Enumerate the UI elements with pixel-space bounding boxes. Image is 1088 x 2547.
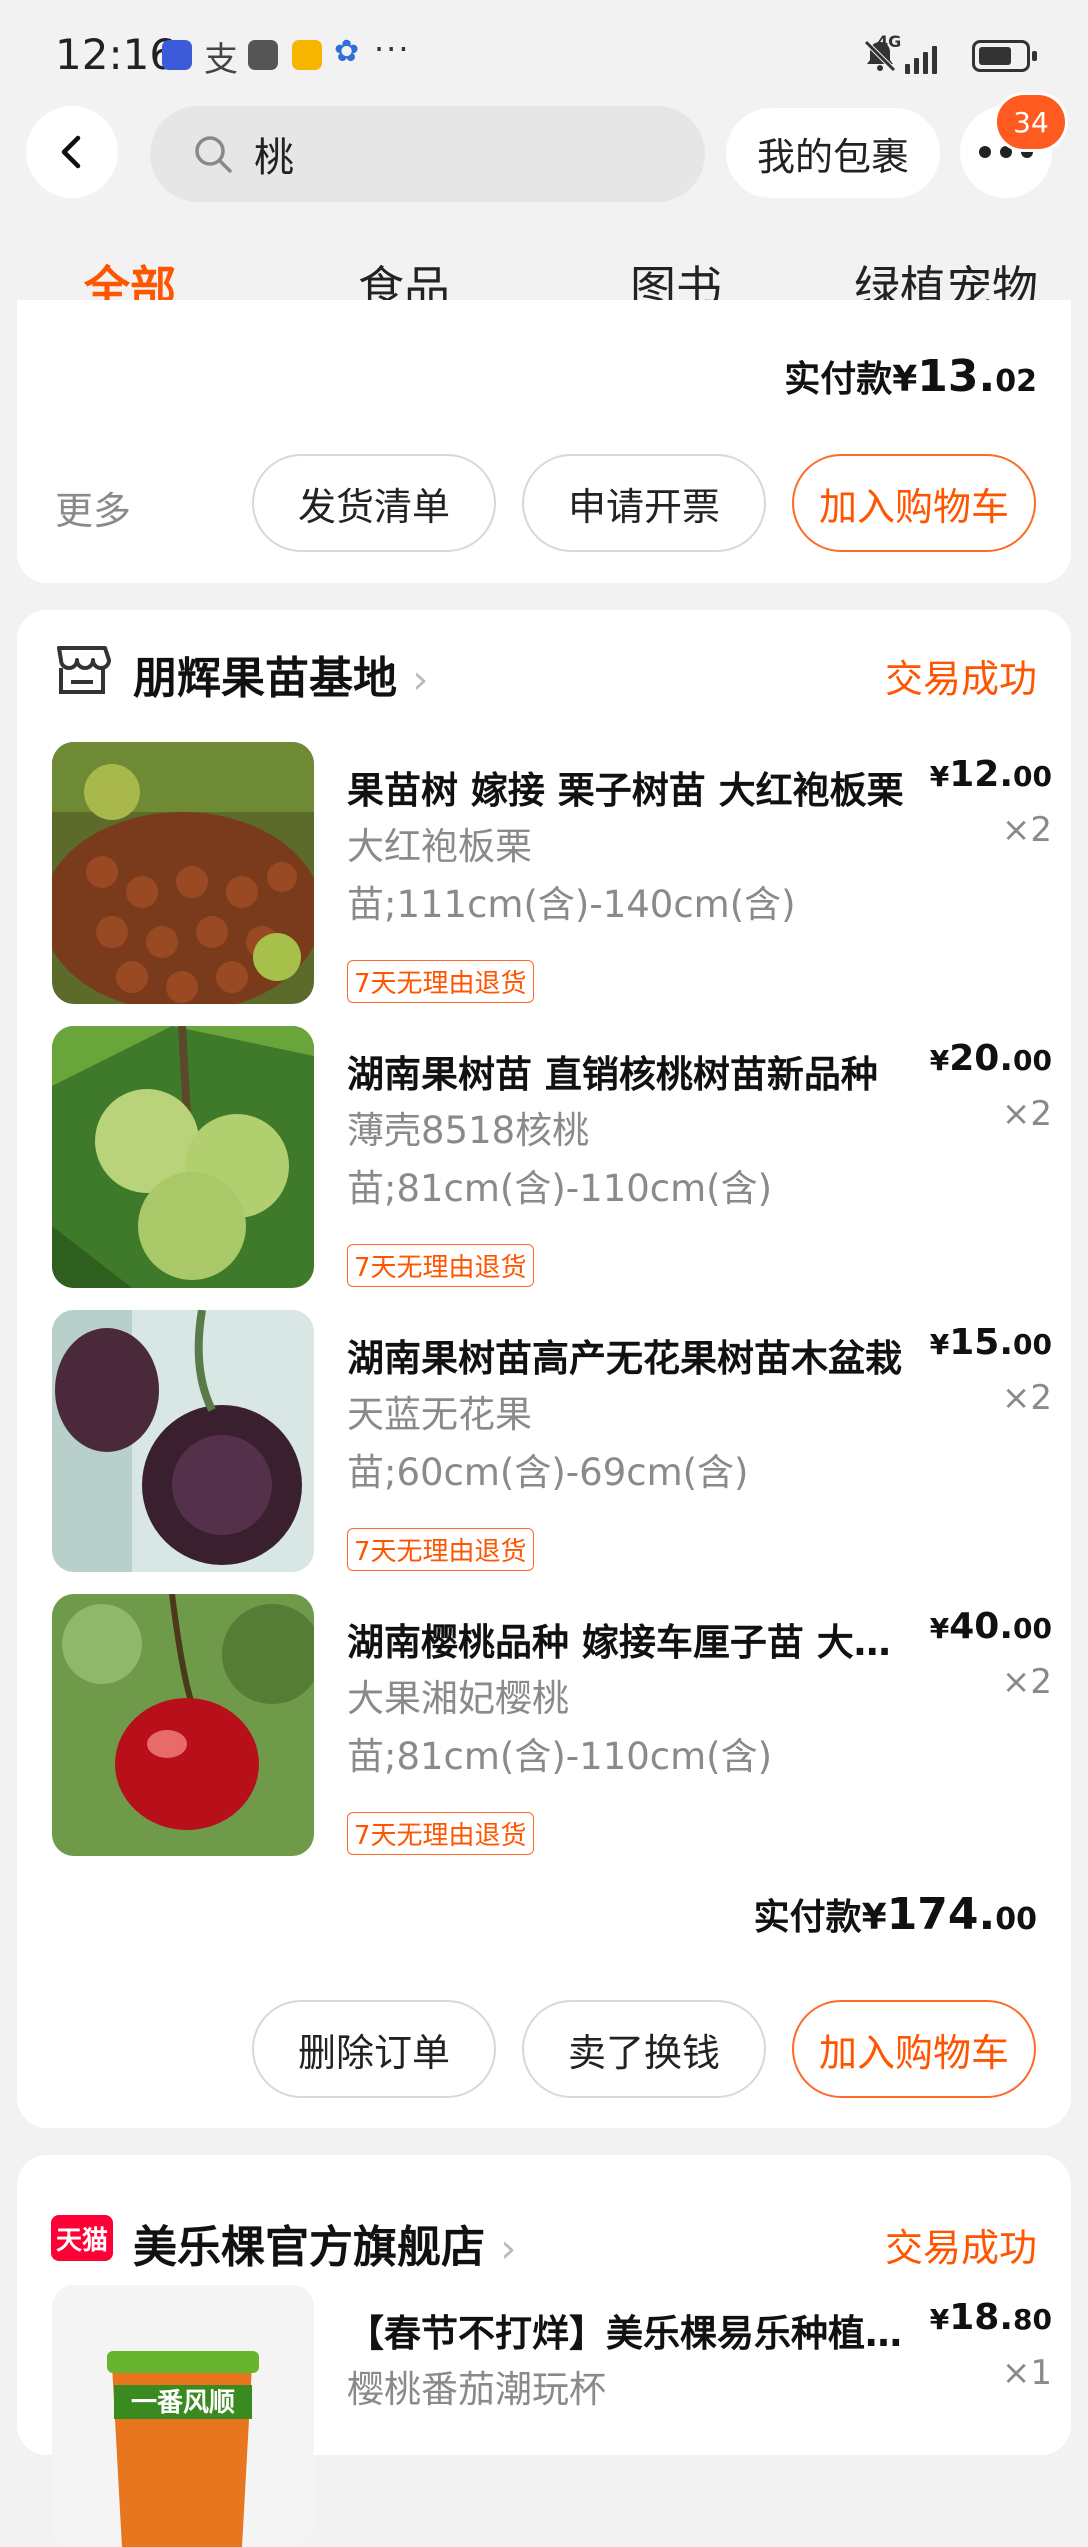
return-policy-tag: 7天无理由退货 <box>347 1244 534 1287</box>
battery-icon <box>972 40 1037 72</box>
chevron-right-icon: › <box>500 2226 517 2272</box>
order-card: 天猫 美乐棵官方旗舰店 › 交易成功 一番风顺 【春节不打烊】美乐棵易乐种植盆栽… <box>17 2155 1071 2547</box>
item-quantity: ×2 <box>1001 1662 1052 1702</box>
item-spec: 天蓝无花果 苗;60cm(含)-69cm(含) <box>347 1393 749 1494</box>
item-price: ¥15.00 <box>929 1322 1052 1363</box>
add-to-cart-button[interactable]: 加入购物车 <box>792 454 1036 552</box>
network-type: 4G <box>877 32 902 51</box>
item-spec: 大红袍板栗 苗;111cm(含)-140cm(含) <box>347 825 796 926</box>
more-notifications-icon: ··· <box>374 30 411 68</box>
order-total: 实付款¥174.00 <box>753 1889 1037 1940</box>
alipay-icon: 支 <box>204 40 238 80</box>
return-policy-tag: 7天无理由退货 <box>347 1812 534 1855</box>
search-query: 桃 <box>254 135 294 181</box>
chevron-left-icon <box>61 135 81 169</box>
search-input[interactable]: 桃 <box>150 106 705 202</box>
product-image-fig[interactable] <box>52 1310 314 1572</box>
item-title: 果苗树 嫁接 栗子树苗 大红袍板栗 <box>347 769 904 812</box>
order-item[interactable]: 果苗树 嫁接 栗子树苗 大红袍板栗 大红袍板栗 苗;111cm(含)-140cm… <box>52 742 1052 1004</box>
item-price: ¥12.00 <box>929 754 1052 795</box>
product-image-planter-cup[interactable]: 一番风顺 <box>52 2285 314 2547</box>
product-image-cherry[interactable] <box>52 1594 314 1856</box>
order-total: 实付款¥13.02 <box>784 351 1037 402</box>
order-status: 交易成功 <box>884 2226 1037 2270</box>
order-item[interactable]: 湖南樱桃品种 嫁接车厘子苗 大樱桃 大果湘妃樱桃 苗;81cm(含)-110cm… <box>52 1594 1052 1856</box>
item-title: 湖南樱桃品种 嫁接车厘子苗 大樱桃 <box>347 1621 917 1664</box>
resell-button[interactable]: 卖了换钱 <box>522 2000 766 2098</box>
item-spec: 大果湘妃樱桃 苗;81cm(含)-110cm(含) <box>347 1677 773 1778</box>
order-item[interactable]: 湖南果树苗高产无花果树苗木盆栽 天蓝无花果 苗;60cm(含)-69cm(含) … <box>52 1310 1052 1572</box>
order-card: 实付款¥13.02 更多 发货清单 申请开票 加入购物车 <box>17 300 1071 583</box>
status-time: 12:16 <box>55 30 177 79</box>
item-title: 湖南果树苗高产无花果树苗木盆栽 <box>347 1337 902 1380</box>
shipping-list-button[interactable]: 发货清单 <box>252 454 496 552</box>
item-spec: 樱桃番茄潮玩杯 <box>347 2368 606 2411</box>
svg-text:一番风顺: 一番风顺 <box>131 2388 235 2418</box>
store-name[interactable]: 美乐棵官方旗舰店 › <box>133 2211 516 2275</box>
item-quantity: ×2 <box>1001 810 1052 850</box>
item-quantity: ×2 <box>1001 1378 1052 1418</box>
item-price: ¥18.80 <box>929 2297 1052 2338</box>
item-quantity: ×1 <box>1001 2353 1052 2393</box>
my-package-button[interactable]: 我的包裹 <box>726 108 940 198</box>
baidu-icon: ✿ <box>334 34 360 69</box>
product-image-chestnut[interactable] <box>52 742 314 1004</box>
message-count-badge: 34 <box>994 92 1068 152</box>
chevron-right-icon: › <box>412 657 429 703</box>
request-invoice-button[interactable]: 申请开票 <box>522 454 766 552</box>
order-status: 交易成功 <box>884 657 1037 701</box>
add-to-cart-button[interactable]: 加入购物车 <box>792 2000 1036 2098</box>
store-icon <box>57 646 111 694</box>
return-policy-tag: 7天无理由退货 <box>347 1528 534 1571</box>
item-price: ¥20.00 <box>929 1038 1052 1079</box>
app-icon <box>292 40 322 70</box>
app-notification-icon <box>162 40 192 70</box>
order-item[interactable]: 一番风顺 【春节不打烊】美乐棵易乐种植盆栽 樱桃番茄潮玩杯 ¥18.80 ×1 <box>52 2285 1052 2547</box>
return-policy-tag: 7天无理由退货 <box>347 960 534 1003</box>
tmall-badge: 天猫 <box>51 2215 113 2261</box>
item-title: 【春节不打烊】美乐棵易乐种植盆栽 <box>347 2312 917 2355</box>
store-name[interactable]: 朋辉果苗基地 › <box>133 642 428 706</box>
item-spec: 薄壳8518核桃 苗;81cm(含)-110cm(含) <box>347 1109 773 1210</box>
item-quantity: ×2 <box>1001 1094 1052 1134</box>
delete-order-button[interactable]: 删除订单 <box>252 2000 496 2098</box>
search-icon <box>195 136 232 173</box>
item-price: ¥40.00 <box>929 1606 1052 1647</box>
more-link[interactable]: 更多 <box>55 480 131 535</box>
huawei-app-icon <box>248 40 278 70</box>
order-item[interactable]: 湖南果树苗 直销核桃树苗新品种 薄壳8518核桃 苗;81cm(含)-110cm… <box>52 1026 1052 1288</box>
back-button[interactable] <box>26 106 118 198</box>
product-image-walnut[interactable] <box>52 1026 314 1288</box>
item-title: 湖南果树苗 直销核桃树苗新品种 <box>347 1053 878 1096</box>
order-card: 朋辉果苗基地 › 交易成功 果苗树 嫁接 栗子树苗 大红袍板栗 大红袍板栗 苗;… <box>17 610 1071 2128</box>
signal-icon <box>905 38 937 74</box>
top-header: 12:16 支 ✿ ··· 4G 桃 我的包裹 34 全部 食品 图书 绿植宠物 <box>0 0 1088 335</box>
